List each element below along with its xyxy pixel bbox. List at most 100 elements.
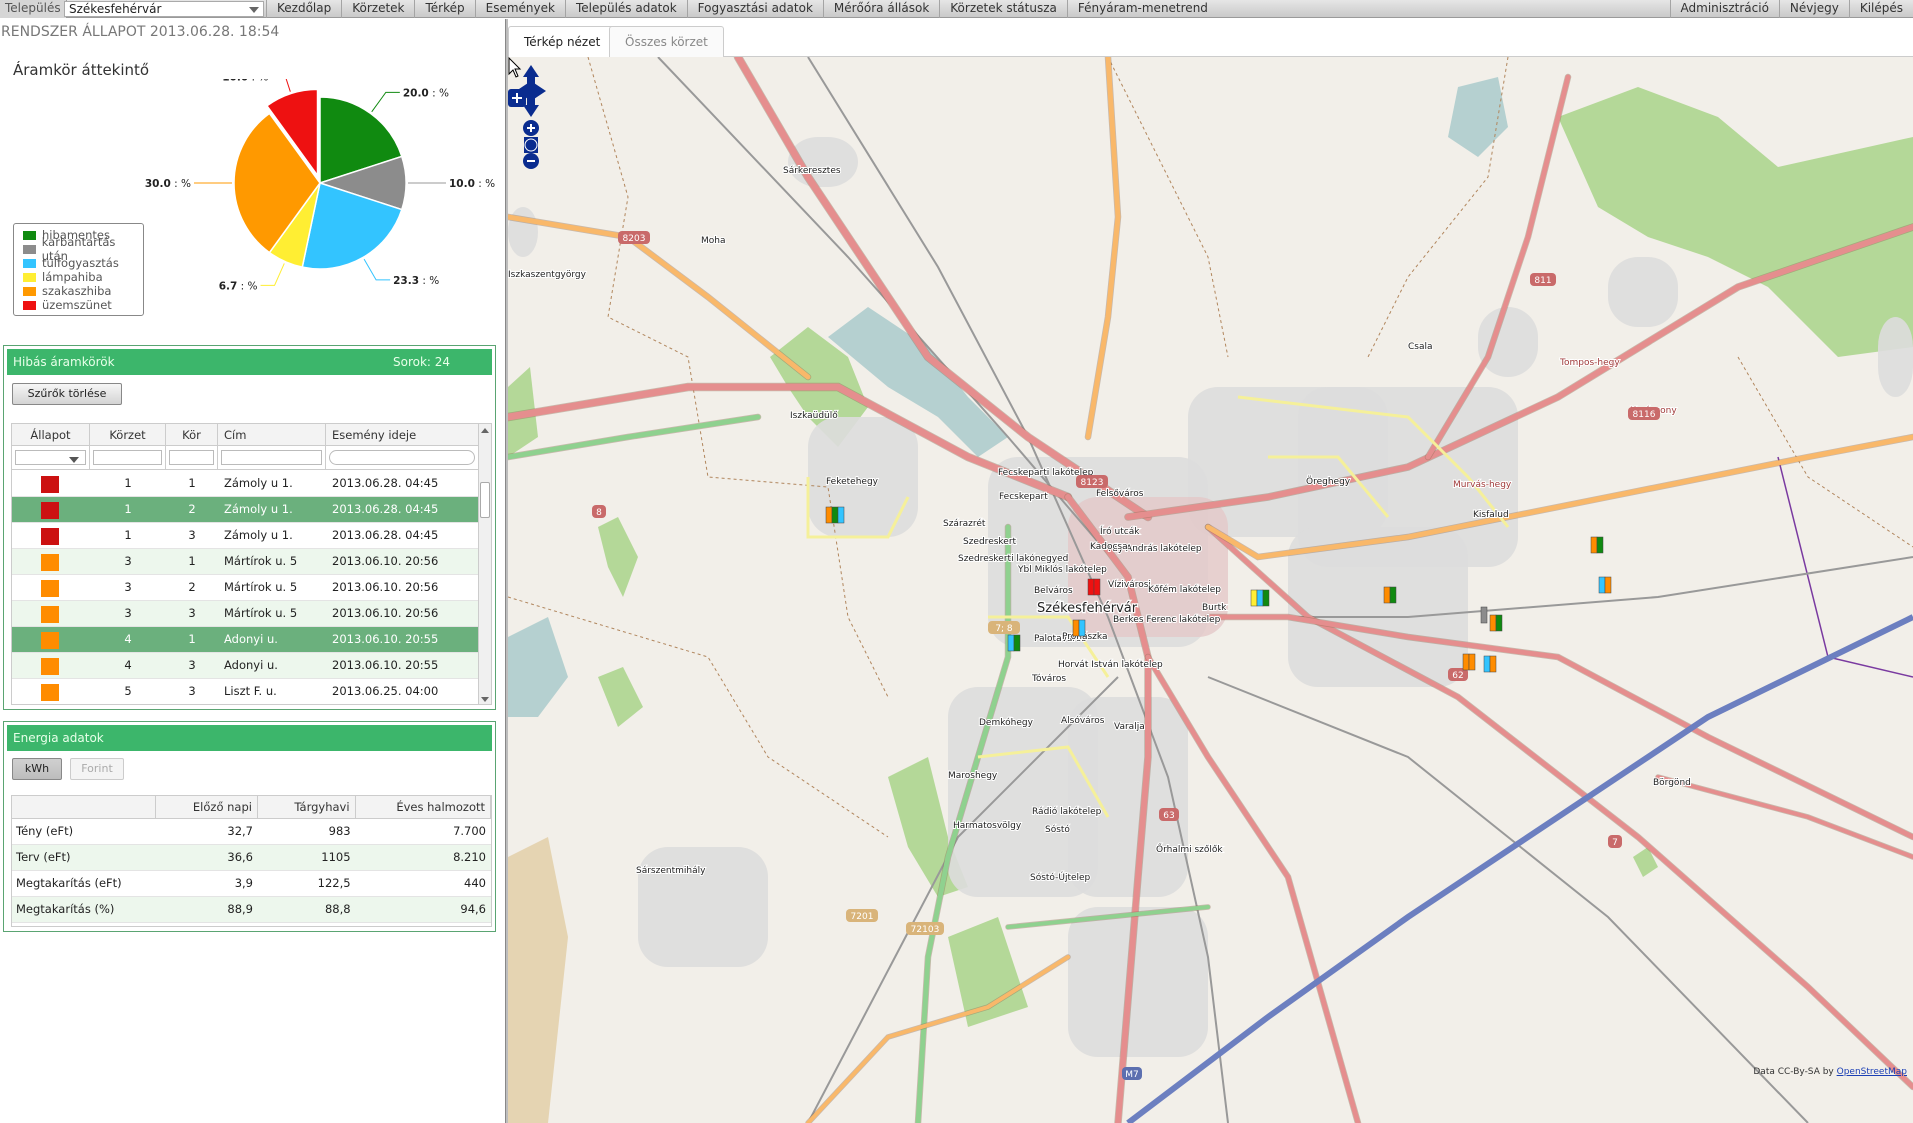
status-filter-select[interactable] <box>15 450 86 465</box>
column-header-yearly-cumulative: Éves halmozott <box>356 796 491 818</box>
circuit-marker[interactable] <box>1489 614 1503 632</box>
table-row[interactable]: 4 1 Adonyi u. 2013.06.10. 20:55 <box>12 627 479 653</box>
map-canvas[interactable]: Sárkeresztes Moha Iszkaszentgyörgy Iszkaüdü… <box>508 57 1913 1123</box>
circuit-filter-input[interactable] <box>169 450 214 465</box>
road-shield-label: 8116 <box>1633 410 1656 420</box>
world-icon[interactable] <box>524 137 538 153</box>
address-cell: Liszt F. u. <box>224 684 277 698</box>
circuit-marker[interactable] <box>1480 606 1488 624</box>
table-row[interactable]: 4 3 Adonyi u. 2013.06.10. 20:55 <box>12 653 479 679</box>
scroll-down-icon[interactable] <box>481 697 489 702</box>
column-header-circuit[interactable]: Kör <box>166 424 218 446</box>
menu-item-consumption-data[interactable]: Fogyasztási adatok <box>686 0 823 18</box>
column-header-district[interactable]: Körzet <box>90 424 166 446</box>
table-row[interactable]: 3 2 Mártírok u. 5 2013.06.10. 20:56 <box>12 575 479 601</box>
circuit-marker[interactable] <box>1462 653 1476 671</box>
built-up-area <box>638 847 768 967</box>
faulty-circuits-panel: Hibás áramkörök Sorok: 24 Szűrők törlése… <box>3 345 496 710</box>
status-filter[interactable] <box>12 446 90 469</box>
table-row[interactable]: 1 2 Zámoly u 1. 2013.06.28. 04:45 <box>12 497 479 523</box>
osm-link[interactable]: OpenStreetMap <box>1837 1067 1907 1077</box>
column-header-previous-day: Előző napi <box>156 796 258 818</box>
circuit-cell: 2 <box>188 580 196 594</box>
legend-item: szakaszhiba <box>23 284 143 298</box>
circuit-filter[interactable] <box>166 446 218 469</box>
park-area <box>508 837 568 1123</box>
circuit-cell: 1 <box>188 476 196 490</box>
circuit-marker[interactable] <box>1250 589 1270 607</box>
table-row[interactable]: 3 1 Mártírok u. 5 2013.06.10. 20:56 <box>12 549 479 575</box>
scroll-up-icon[interactable] <box>481 428 489 433</box>
slice-label: 10.0 : % <box>222 79 268 83</box>
column-header-status[interactable]: Állapot <box>12 424 90 446</box>
column-header-current-month: Tárgyhavi <box>258 796 356 818</box>
menu-item-home[interactable]: Kezdőlap <box>266 0 341 18</box>
circuit-marker[interactable] <box>1590 536 1604 554</box>
road-shield-label: 62 <box>1452 671 1463 681</box>
circuit-marker[interactable] <box>825 506 845 524</box>
menu-item-about[interactable]: Névjegy <box>1778 0 1849 18</box>
district-filter[interactable] <box>90 446 166 469</box>
place-label: Börgönd <box>1653 778 1691 788</box>
tab-map-view[interactable]: Térkép nézet <box>508 26 617 58</box>
table-header: Előző napi Tárgyhavi Éves halmozott <box>12 796 491 819</box>
circuit-marker[interactable] <box>1383 586 1397 604</box>
time-cell: 2013.06.10. 20:56 <box>332 606 439 620</box>
time-cell: 2013.06.28. 04:45 <box>332 502 439 516</box>
table-scrollbar[interactable] <box>478 424 491 704</box>
address-filter-input[interactable] <box>221 450 322 465</box>
menu-item-map[interactable]: Térkép <box>414 0 474 18</box>
time-filter-input[interactable] <box>329 450 475 465</box>
circuit-marker[interactable] <box>1072 619 1086 637</box>
table-row[interactable]: 1 3 Zámoly u 1. 2013.06.28. 04:45 <box>12 523 479 549</box>
panel-header: Hibás áramkörök Sorok: 24 <box>7 349 492 375</box>
menu-item-districts[interactable]: Körzetek <box>341 0 414 18</box>
address-filter[interactable] <box>218 446 326 469</box>
menu-item-settlement-data[interactable]: Település adatok <box>564 0 687 18</box>
district-cell: 4 <box>124 632 132 646</box>
table-row[interactable]: 5 3 Liszt F. u. 2013.06.25. 04:00 <box>12 679 479 704</box>
forint-button[interactable]: Forint <box>70 758 124 780</box>
table-row[interactable]: 3 3 Mártírok u. 5 2013.06.10. 20:56 <box>12 601 479 627</box>
circuit-marker[interactable] <box>1007 634 1021 652</box>
settlement-select[interactable]: Székesfehérvár <box>64 1 264 17</box>
menu-item-logout[interactable]: Kilépés <box>1848 0 1913 18</box>
scrollbar-thumb[interactable] <box>480 482 490 518</box>
energy-data-panel: Energia adatok kWh Forint Előző napi Tár… <box>3 721 496 932</box>
osm-map[interactable]: Sárkeresztes Moha Iszkaszentgyörgy Iszkaüdü… <box>508 57 1913 1123</box>
road-shield-label: 8123 <box>1081 478 1104 488</box>
menu-item-district-status[interactable]: Körzetek státusza <box>939 0 1067 18</box>
district-filter-input[interactable] <box>93 450 162 465</box>
layer-switcher-plus-icon[interactable] <box>508 89 526 107</box>
tab-all-districts[interactable]: Összes körzet <box>609 26 724 57</box>
slice-label: 10.0 : % <box>449 178 495 190</box>
table-body: Tény (eFt) 32,7 983 7.700 Terv (eFt) 36,6 1105… <box>12 819 491 923</box>
address-cell: Adonyi u. <box>224 632 278 646</box>
kwh-button[interactable]: kWh <box>12 758 62 780</box>
circuit-cell: 2 <box>188 502 196 516</box>
circuit-cell: 3 <box>188 684 196 698</box>
district-cell: 1 <box>124 476 132 490</box>
menu-item-meter-readings[interactable]: Mérőóra állások <box>822 0 939 18</box>
zoom-in-icon[interactable] <box>523 120 539 136</box>
menu-item-lighting-schedule[interactable]: Fényáram-menetrend <box>1066 0 1218 18</box>
column-header-address[interactable]: Cím <box>218 424 326 446</box>
table-row[interactable]: 1 1 Zámoly u 1. 2013.06.28. 04:45 <box>12 471 479 497</box>
zoom-out-icon[interactable] <box>523 153 539 169</box>
legend-swatch <box>23 244 36 254</box>
time-filter[interactable] <box>326 446 479 469</box>
circuit-marker[interactable] <box>1087 578 1101 596</box>
status-cell <box>12 471 90 496</box>
circuit-marker[interactable] <box>1483 655 1497 673</box>
place-label: Kadocsa <box>1090 542 1128 552</box>
column-header-event-time[interactable]: Esemény ideje <box>326 424 479 446</box>
menu-item-events[interactable]: Események <box>474 0 565 18</box>
place-label: Író utcák <box>1100 525 1140 537</box>
circuit-marker[interactable] <box>1598 576 1612 594</box>
status-cell <box>12 575 90 600</box>
clear-filters-button[interactable]: Szűrők törlése <box>12 383 122 405</box>
menu-item-admin[interactable]: Adminisztráció <box>1669 0 1779 18</box>
time-cell: 2013.06.10. 20:56 <box>332 554 439 568</box>
map-navigation-control[interactable] <box>514 63 548 173</box>
district-cell: 3 <box>124 606 132 620</box>
